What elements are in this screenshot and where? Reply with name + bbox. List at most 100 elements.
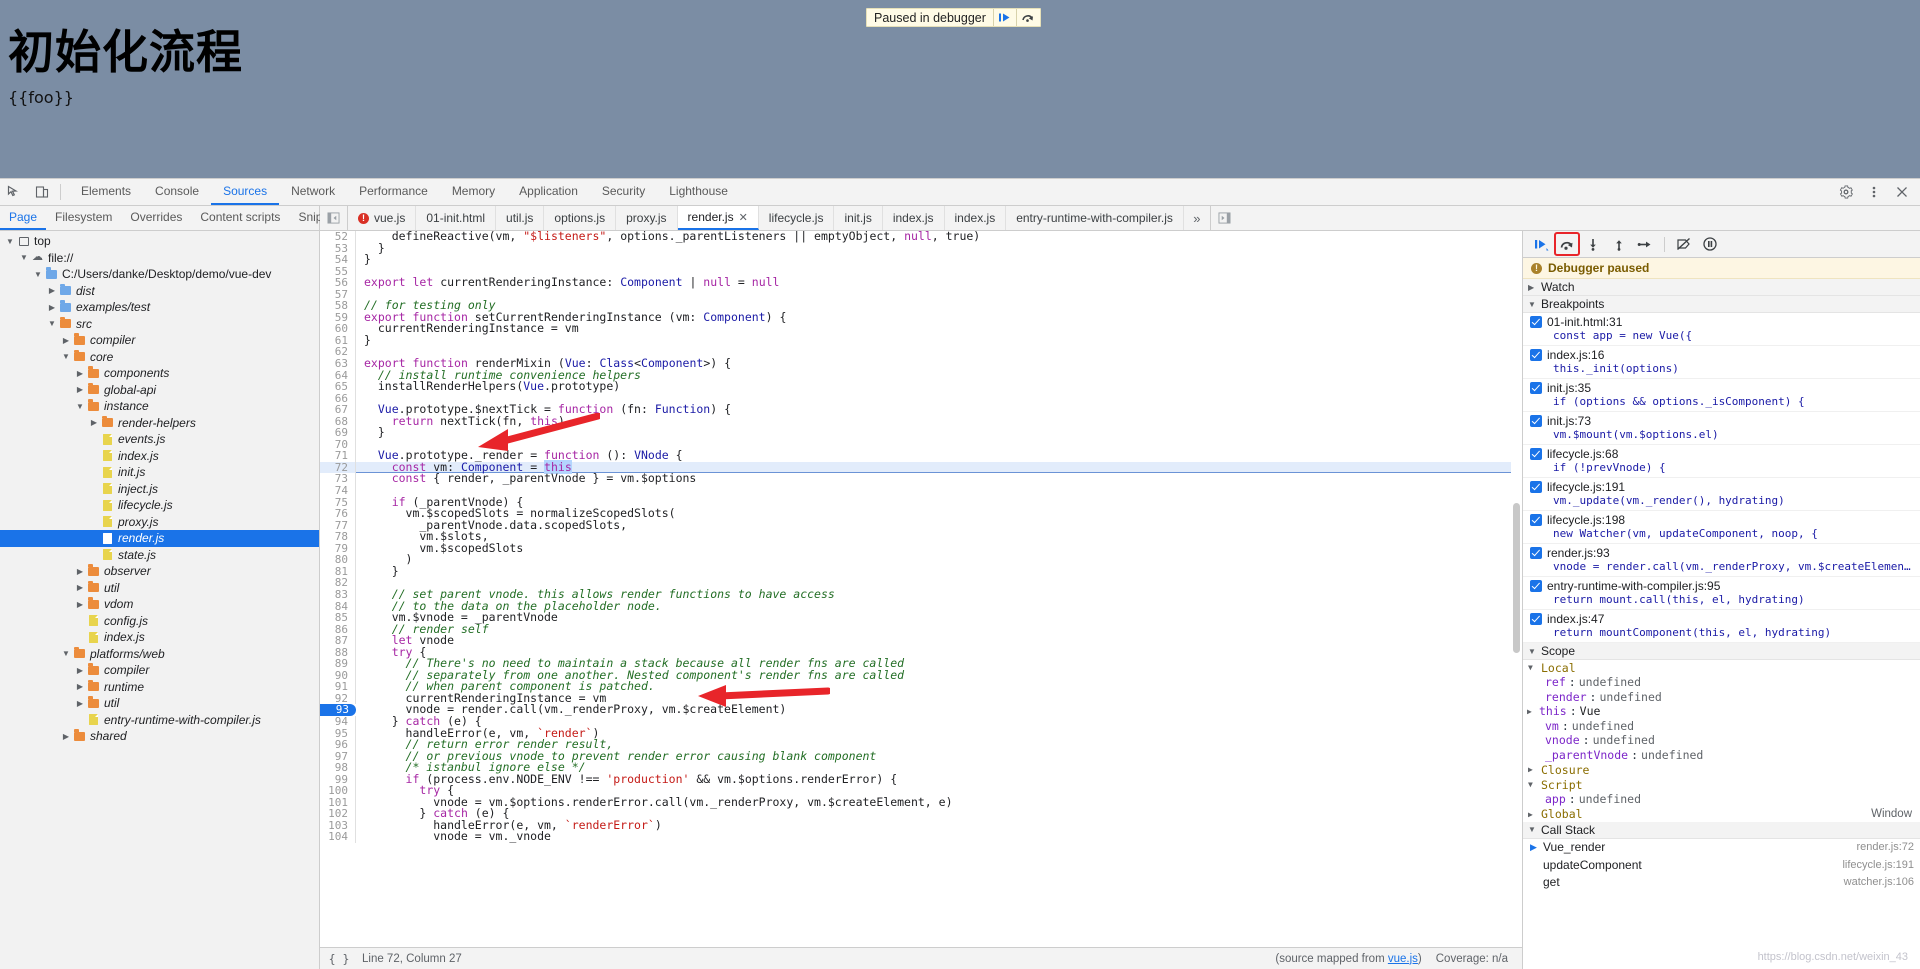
chevron-right-icon[interactable]: ▶: [46, 303, 58, 312]
code-line[interactable]: 60 currentRenderingInstance = vm: [320, 323, 1522, 335]
nav-tab-page[interactable]: Page: [0, 206, 47, 230]
line-number[interactable]: 104: [320, 831, 356, 843]
breakpoint-item[interactable]: entry-runtime-with-compiler.js:95 return …: [1523, 577, 1920, 610]
code-line[interactable]: 86 // render self: [320, 623, 1522, 636]
line-number[interactable]: 56: [320, 277, 356, 289]
inspect-element-button[interactable]: [0, 179, 28, 205]
tab-lighthouse[interactable]: Lighthouse: [657, 179, 740, 205]
chevron-down-icon[interactable]: ▼: [32, 270, 44, 279]
line-number[interactable]: 96: [320, 739, 356, 751]
code-line[interactable]: 53 }: [320, 242, 1522, 255]
tree-item-observer[interactable]: ▶ observer: [0, 563, 319, 580]
editor-scrollbar[interactable]: [1511, 231, 1522, 947]
code-editor[interactable]: 52 defineReactive(vm, "$listeners", opti…: [320, 231, 1522, 947]
breakpoint-checkbox[interactable]: [1530, 349, 1542, 361]
breakpoint-checkbox[interactable]: [1530, 382, 1542, 394]
tab-security[interactable]: Security: [590, 179, 657, 205]
overlay-resume-button[interactable]: [994, 9, 1017, 26]
tab-elements[interactable]: Elements: [69, 179, 143, 205]
line-number[interactable]: 63: [320, 358, 356, 370]
breakpoint-item[interactable]: 01-init.html:31 const app = new Vue({: [1523, 313, 1920, 346]
scope-group-script[interactable]: ▼ Script: [1523, 777, 1920, 792]
code-line[interactable]: 99 if (process.env.NODE_ENV !== 'product…: [320, 773, 1522, 786]
toggle-device-toolbar-button[interactable]: [28, 179, 56, 205]
scope-variable[interactable]: ▶ this: Vue: [1523, 704, 1920, 719]
tree-item-compiler[interactable]: ▶ compiler: [0, 332, 319, 349]
tab-network[interactable]: Network: [279, 179, 347, 205]
pause-on-exceptions-button[interactable]: [1698, 233, 1722, 255]
tree-item-proxy-js[interactable]: proxy.js: [0, 514, 319, 531]
tree-item-events-js[interactable]: events.js: [0, 431, 319, 448]
chevron-down-icon[interactable]: ▼: [46, 319, 58, 328]
customize-devtools-button[interactable]: [1860, 179, 1888, 205]
code-line[interactable]: 104 vnode = vm._vnode: [320, 831, 1522, 843]
chevron-right-icon[interactable]: ▶: [1527, 707, 1536, 716]
code-line[interactable]: 52 defineReactive(vm, "$listeners", opti…: [320, 231, 1522, 243]
breakpoint-checkbox[interactable]: [1530, 316, 1542, 328]
tab-sources[interactable]: Sources: [211, 179, 280, 205]
chevron-down-icon[interactable]: ▼: [18, 253, 30, 262]
tab-console[interactable]: Console: [143, 179, 211, 205]
step-button[interactable]: [1633, 233, 1657, 255]
tree-item-global-api[interactable]: ▶ global-api: [0, 382, 319, 399]
tree-item-render-helpers[interactable]: ▶ render-helpers: [0, 415, 319, 432]
call-stack-row[interactable]: updateComponent lifecycle.js:191: [1523, 856, 1920, 874]
tab-memory[interactable]: Memory: [440, 179, 507, 205]
tree-item-dist[interactable]: ▶ dist: [0, 283, 319, 300]
breakpoint-checkbox[interactable]: [1530, 580, 1542, 592]
breakpoint-location[interactable]: render.js:93: [1547, 546, 1916, 560]
file-tab-render-js[interactable]: render.js ✕: [677, 206, 759, 230]
code-line[interactable]: 81 }: [320, 565, 1522, 578]
tree-item-inject-js[interactable]: inject.js: [0, 481, 319, 498]
file-tab-entry-runtime-with-compiler-js[interactable]: entry-runtime-with-compiler.js: [1006, 206, 1184, 230]
section-breakpoints[interactable]: ▼ Breakpoints: [1523, 296, 1920, 313]
file-tab-proxy-js[interactable]: proxy.js: [616, 206, 678, 230]
tree-item-core[interactable]: ▼ core: [0, 349, 319, 366]
tab-performance[interactable]: Performance: [347, 179, 440, 205]
breakpoint-item[interactable]: init.js:73 vm.$mount(vm.$options.el): [1523, 412, 1920, 445]
tree-item-instance[interactable]: ▼ instance: [0, 398, 319, 415]
section-call-stack[interactable]: ▼ Call Stack: [1523, 821, 1920, 839]
code-line[interactable]: 57: [320, 289, 1522, 301]
tree-item-components[interactable]: ▶ components: [0, 365, 319, 382]
chevron-down-icon[interactable]: ▼: [60, 352, 72, 361]
line-number[interactable]: 83: [320, 589, 356, 601]
tree-item-state-js[interactable]: state.js: [0, 547, 319, 564]
nav-tab-content-scripts[interactable]: Content scripts: [191, 206, 289, 230]
code-line[interactable]: 65 installRenderHelpers(Vue.prototype): [320, 380, 1522, 393]
line-number[interactable]: 74: [320, 485, 356, 497]
breakpoint-item[interactable]: init.js:35 if (options && options._isComp…: [1523, 379, 1920, 412]
breakpoint-item[interactable]: index.js:47 return mountComponent(this, e…: [1523, 610, 1920, 643]
chevron-right-icon[interactable]: ▶: [74, 567, 86, 576]
section-watch[interactable]: ▶ Watch: [1523, 279, 1920, 296]
code-line[interactable]: 68 return nextTick(fn, this): [320, 415, 1522, 428]
chevron-right-icon[interactable]: ▶: [74, 600, 86, 609]
chevron-right-icon[interactable]: ▶: [74, 682, 86, 691]
tree-item-top[interactable]: ▼ top: [0, 233, 319, 250]
breakpoint-location[interactable]: lifecycle.js:191: [1547, 480, 1785, 494]
step-into-next-function-call-button[interactable]: [1581, 233, 1605, 255]
file-tab-lifecycle-js[interactable]: lifecycle.js: [759, 206, 835, 230]
line-number[interactable]: 76: [320, 508, 356, 520]
breakpoint-item[interactable]: lifecycle.js:191 vm._update(vm._render(),…: [1523, 478, 1920, 511]
settings-button[interactable]: [1832, 179, 1860, 205]
breakpoint-location[interactable]: lifecycle.js:198: [1547, 513, 1818, 527]
editor-scrollbar-thumb[interactable]: [1513, 503, 1520, 654]
chevron-right-icon[interactable]: ▶: [74, 385, 86, 394]
breakpoint-location[interactable]: 01-init.html:31: [1547, 315, 1692, 329]
file-navigator-tree[interactable]: ▼ top ▼ ☁ file://▼ C:/Users/danke/Desktop/dem…: [0, 231, 320, 969]
code-line[interactable]: 56 export let currentRenderingInstance: C…: [320, 276, 1522, 289]
line-number[interactable]: 98: [320, 762, 356, 774]
toggle-navigator-button[interactable]: [320, 206, 348, 230]
breakpoint-item[interactable]: index.js:16 this._init(options): [1523, 346, 1920, 379]
code-line[interactable]: 61}: [320, 334, 1522, 347]
tree-item-examples-test[interactable]: ▶ examples/test: [0, 299, 319, 316]
tree-item-compiler[interactable]: ▶ compiler: [0, 662, 319, 679]
chevron-right-icon[interactable]: ▶: [74, 699, 86, 708]
line-number[interactable]: 87: [320, 635, 356, 647]
tree-item-file-[interactable]: ▼ ☁ file://: [0, 250, 319, 267]
scope-variable[interactable]: render: undefined: [1523, 690, 1920, 705]
step-over-next-function-call-button[interactable]: [1554, 232, 1580, 256]
scope-variable[interactable]: vnode: undefined: [1523, 733, 1920, 748]
breakpoint-location[interactable]: init.js:35: [1547, 381, 1805, 395]
